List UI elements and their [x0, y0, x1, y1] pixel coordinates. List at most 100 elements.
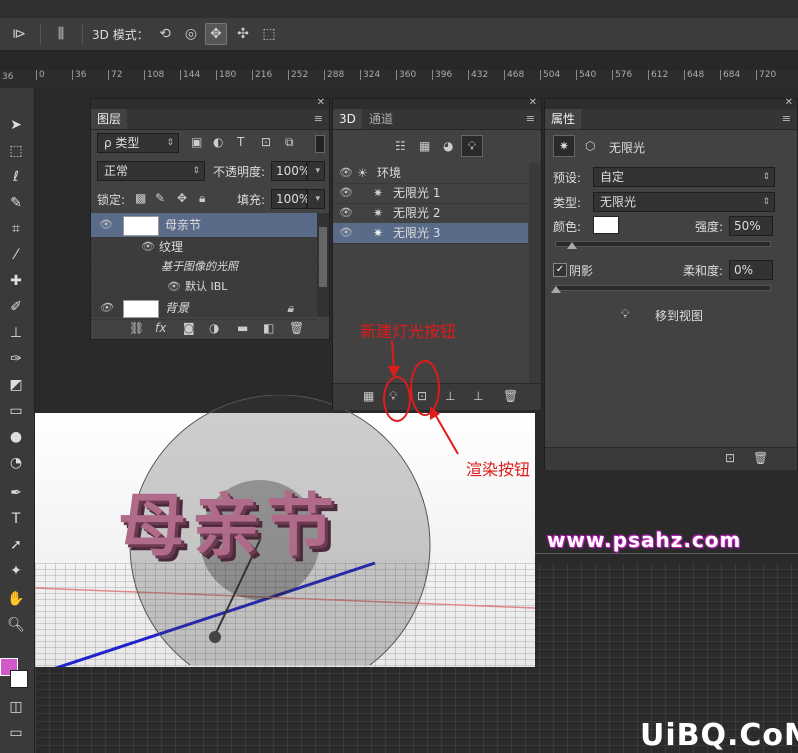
trash-icon[interactable]: 🗑︎ [503, 389, 518, 403]
light-type-icon[interactable]: ✷ [553, 135, 575, 157]
eye-icon[interactable]: 👁︎ [99, 297, 113, 319]
align-icon[interactable]: ⧐ [8, 23, 30, 45]
blend-mode-select[interactable]: 正常 ⇕ [97, 161, 205, 181]
close-icon[interactable]: ✕ [317, 97, 325, 108]
opacity-dropdown[interactable]: ▾ [307, 161, 325, 181]
pen-tool-icon[interactable]: ✒ [4, 482, 28, 504]
layer-row[interactable]: 基于图像的光照 [91, 257, 317, 278]
shape-tool-icon[interactable]: ✦ [4, 560, 28, 582]
intensity-slider[interactable] [555, 241, 771, 247]
light-color-swatch[interactable] [593, 216, 619, 234]
lock-transparent-icon[interactable]: ▩ [135, 191, 146, 205]
tab-properties[interactable]: 属性 [545, 109, 582, 129]
tab-channels[interactable]: 通道 [363, 109, 399, 129]
filter-type-icon[interactable]: T [237, 135, 244, 149]
eye-icon[interactable]: 👁︎ [339, 183, 353, 203]
lock-all-icon[interactable]: 🔒︎ [199, 191, 205, 206]
panel-menu-icon[interactable]: ≡ [782, 112, 791, 125]
dodge-tool-icon[interactable]: ◔ [4, 452, 28, 474]
intensity-input[interactable]: 50% [729, 216, 773, 236]
move-to-view-button[interactable]: 移到视图 [655, 307, 703, 324]
fill-dropdown[interactable]: ▾ [307, 189, 325, 209]
slide-3d-icon[interactable]: ✣ [232, 23, 254, 45]
close-icon[interactable]: ✕ [529, 97, 537, 108]
group-folder-icon[interactable]: ▬ [237, 321, 248, 335]
lock-move-icon[interactable]: ✥ [177, 191, 187, 205]
scale-3d-icon[interactable]: ⬚ [258, 23, 280, 45]
link-layers-icon[interactable]: ⛓ [129, 321, 144, 335]
roll-3d-icon[interactable]: ◎ [180, 23, 202, 45]
quick-mask-icon[interactable]: ◫ [4, 696, 28, 718]
eye-icon[interactable]: 👁︎ [339, 223, 353, 243]
move-to-view-icon[interactable]: 💡︎ [621, 307, 629, 322]
crop-tool-icon[interactable]: ⌗ [4, 218, 28, 240]
layer-row[interactable]: 👁︎ 母亲节 [91, 213, 317, 238]
scene-item[interactable]: 👁︎ ☀︎ 环境 [333, 163, 528, 184]
layer-row[interactable]: 👁︎ 背景 🔒︎ [91, 297, 317, 320]
eraser-tool-icon[interactable]: ◩ [4, 374, 28, 396]
filter-material-icon[interactable]: ◕ [443, 139, 453, 153]
path-select-icon[interactable]: ➚ [4, 534, 28, 556]
slider-handle[interactable] [551, 286, 561, 293]
quick-select-tool-icon[interactable]: ✎ [4, 192, 28, 214]
trash-icon[interactable]: 🗑︎ [753, 451, 768, 465]
distribute-icon[interactable]: ⫼ [50, 23, 72, 45]
fx-icon[interactable]: fx [155, 321, 166, 335]
background-color-swatch[interactable] [10, 670, 28, 688]
history-brush-icon[interactable]: ✑ [4, 348, 28, 370]
filter-shape-icon[interactable]: ⊡ [261, 135, 271, 149]
3d-scrollbar[interactable] [529, 163, 541, 383]
eye-icon[interactable]: 👁︎ [167, 277, 181, 297]
rotate-3d-icon[interactable]: ⟲ [154, 23, 176, 45]
panel-menu-icon[interactable]: ≡ [314, 112, 323, 125]
trash-icon[interactable]: 🗑︎ [289, 321, 304, 335]
fill-input[interactable]: 100% [271, 189, 310, 209]
hand-tool-icon[interactable]: ✋ [4, 588, 28, 610]
layer-row[interactable]: 👁︎ 默认 IBL [91, 277, 317, 298]
gradient-tool-icon[interactable]: ▭ [4, 400, 28, 422]
screen-mode-icon[interactable]: ▭ [4, 722, 28, 744]
slider-handle[interactable] [567, 242, 577, 249]
filter-scene-icon[interactable]: ☷ [395, 139, 406, 153]
marquee-tool-icon[interactable]: ⬚ [4, 140, 28, 162]
close-icon[interactable]: ✕ [785, 97, 793, 108]
type-tool-icon[interactable]: T [4, 508, 28, 530]
eye-icon[interactable]: 👁︎ [339, 203, 353, 223]
shadow-checkbox[interactable]: ✓ [553, 263, 567, 277]
filter-light-icon[interactable]: 💡︎ [461, 135, 483, 157]
softness-input[interactable]: 0% [729, 260, 773, 280]
scene-item[interactable]: 👁︎ ✷ 无限光 1 [333, 183, 528, 204]
scene-item-selected[interactable]: 👁︎ ✷ 无限光 3 [333, 223, 528, 244]
light-type-select[interactable]: 无限光 ⇕ [593, 192, 775, 212]
tab-3d[interactable]: 3D [333, 109, 362, 129]
layer-row[interactable]: 👁︎ 纹理 [91, 237, 317, 258]
filter-smart-icon[interactable]: ⧉ [285, 135, 294, 150]
opacity-input[interactable]: 100% [271, 161, 310, 181]
horizontal-ruler[interactable]: 0 36 72 108 144 180 216 252 288 324 360 396 432 468 50… [36, 70, 798, 89]
drag-3d-icon[interactable]: ✥ [205, 23, 227, 45]
adjustment-layer-icon[interactable]: ◑ [209, 321, 219, 335]
filter-kind-select[interactable]: ρ 类型 ⇕ [97, 133, 179, 153]
lasso-tool-icon[interactable]: ℓ [4, 166, 28, 188]
eye-icon[interactable]: 👁︎ [99, 213, 113, 237]
filter-pixel-icon[interactable]: ▣ [191, 135, 202, 149]
filter-mesh-icon[interactable]: ▦ [419, 139, 430, 153]
layer-scrollbar[interactable] [317, 213, 329, 317]
preset-select[interactable]: 自定 ⇕ [593, 167, 775, 187]
add-mask-icon[interactable]: ◙ [183, 321, 195, 335]
softness-slider[interactable] [555, 285, 771, 291]
stamp-tool-icon[interactable]: ⊥ [4, 322, 28, 344]
blur-tool-icon[interactable]: ● [4, 426, 28, 448]
render-icon[interactable]: ⊡ [725, 451, 735, 465]
eyedropper-tool-icon[interactable]: ⁄ [4, 244, 28, 266]
move-tool-icon[interactable]: ➤ [4, 114, 28, 136]
healing-tool-icon[interactable]: ✚ [4, 270, 28, 292]
new-layer-icon[interactable]: ◧ [263, 321, 274, 335]
zoom-tool-icon[interactable]: 🔍︎ [4, 614, 28, 636]
eye-icon[interactable]: 👁︎ [339, 163, 353, 183]
coordinates-icon[interactable]: ⬡ [585, 139, 595, 153]
brush-tool-icon[interactable]: ✐ [4, 296, 28, 318]
lock-paint-icon[interactable]: ✎ [155, 191, 165, 205]
scrollbar-thumb[interactable] [319, 227, 327, 287]
tab-layers[interactable]: 图层 [91, 109, 128, 129]
